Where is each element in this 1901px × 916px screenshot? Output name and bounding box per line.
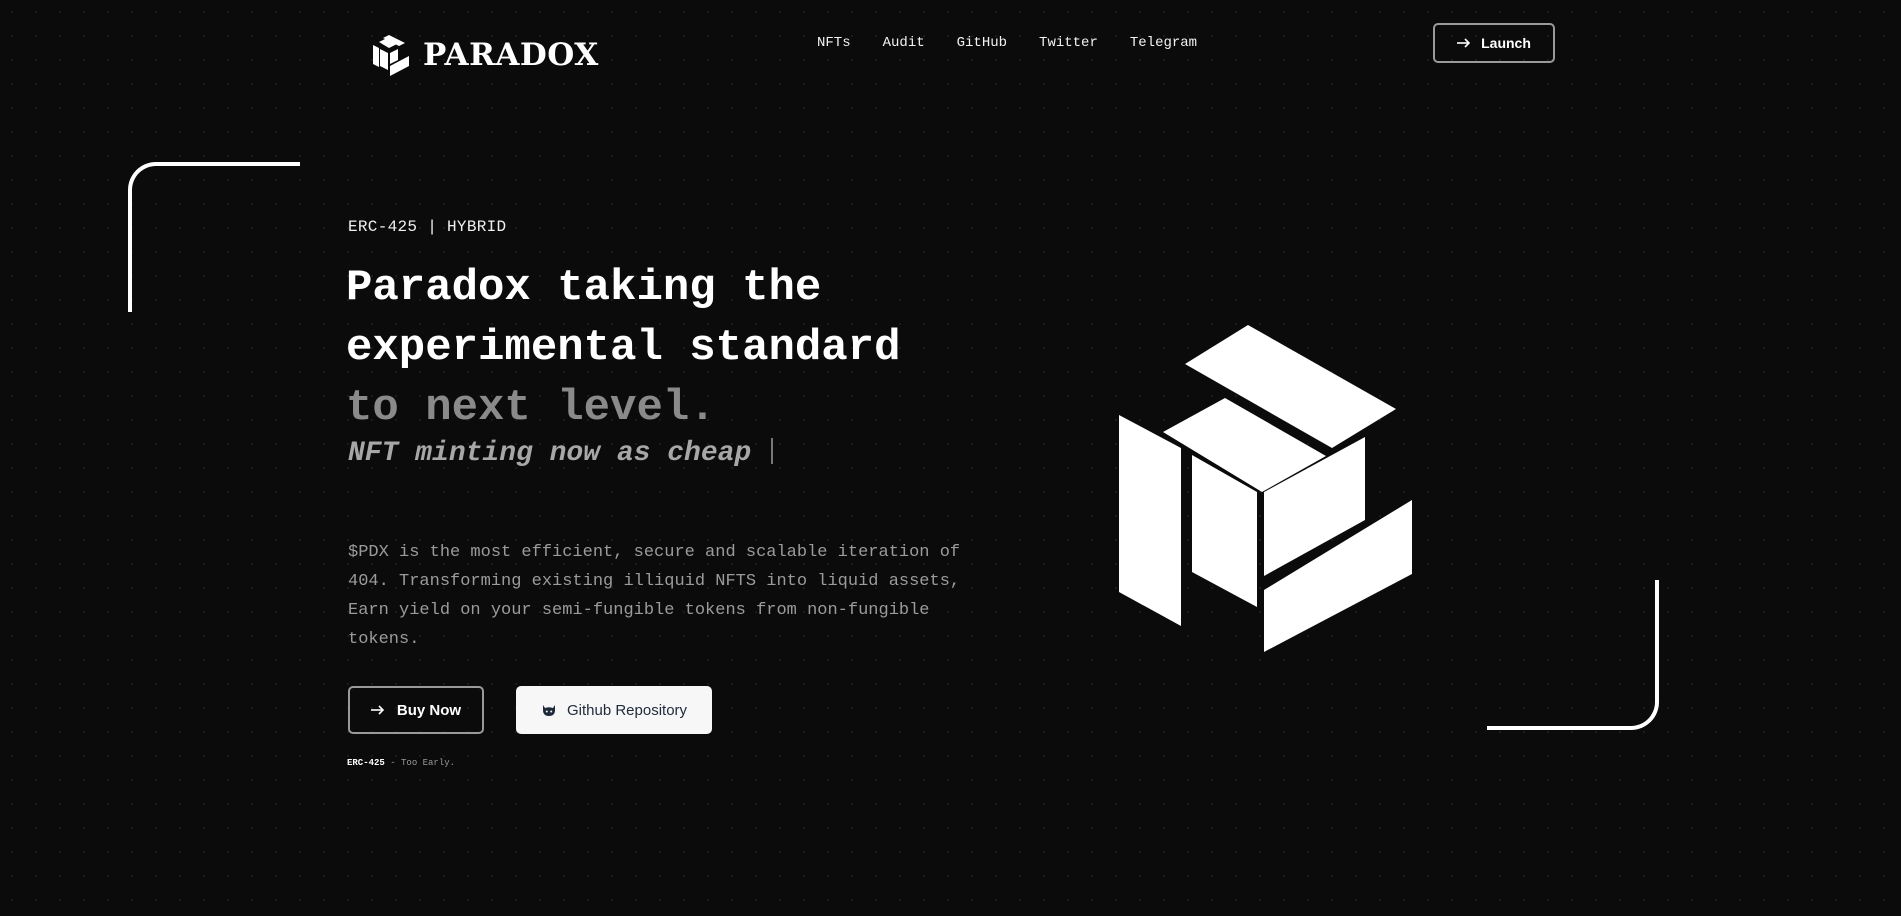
buy-now-button[interactable]: Buy Now — [348, 686, 484, 734]
footnote-separator: - — [384, 758, 402, 768]
hero-tagline: ERC-425 | HYBRID — [348, 218, 507, 236]
hero-headline: Paradox taking the experimental standard… — [346, 258, 901, 438]
logo-text: PARADOX — [423, 37, 599, 73]
footnote-standard: ERC-425 — [347, 758, 385, 768]
typing-text-value: NFT minting now as cheap — [348, 438, 752, 469]
nav-link-github[interactable]: GitHub — [957, 33, 1007, 53]
nav-link-telegram[interactable]: Telegram — [1130, 33, 1197, 53]
headline-line-2: experimental standard — [346, 323, 901, 373]
arrow-right-icon — [1457, 38, 1471, 48]
buy-now-label: Buy Now — [396, 701, 462, 719]
decorative-corner-top-left — [128, 162, 300, 312]
logo[interactable]: PARADOX — [371, 33, 599, 77]
cube-logo-icon — [373, 35, 409, 76]
nav-link-audit[interactable]: Audit — [883, 33, 925, 53]
footnote: ERC-425 - Too Early. — [347, 758, 455, 768]
github-repository-button[interactable]: Github Repository — [516, 686, 712, 734]
arrow-right-icon — [370, 705, 385, 715]
github-repository-label: Github Repository — [566, 701, 688, 719]
headline-line-3: to next level. — [346, 383, 716, 433]
typing-text: NFT minting now as cheap — [348, 438, 774, 469]
nav-link-nfts[interactable]: NFTs — [817, 33, 851, 53]
github-icon — [542, 705, 555, 716]
launch-label: Launch — [1481, 35, 1531, 51]
typing-cursor — [771, 438, 774, 464]
cube-illustration — [1119, 325, 1412, 652]
nav-link-twitter[interactable]: Twitter — [1039, 33, 1098, 53]
decorative-corner-bottom-right — [1487, 580, 1659, 730]
hero-description: $PDX is the most efficient, secure and s… — [348, 543, 961, 649]
launch-button[interactable]: Launch — [1433, 23, 1555, 63]
cube-left-face — [1119, 415, 1181, 626]
footnote-text: Too Early. — [401, 758, 456, 768]
main-nav: NFTs Audit GitHub Twitter Telegram — [817, 33, 1197, 53]
headline-line-1: Paradox taking the — [346, 263, 822, 313]
